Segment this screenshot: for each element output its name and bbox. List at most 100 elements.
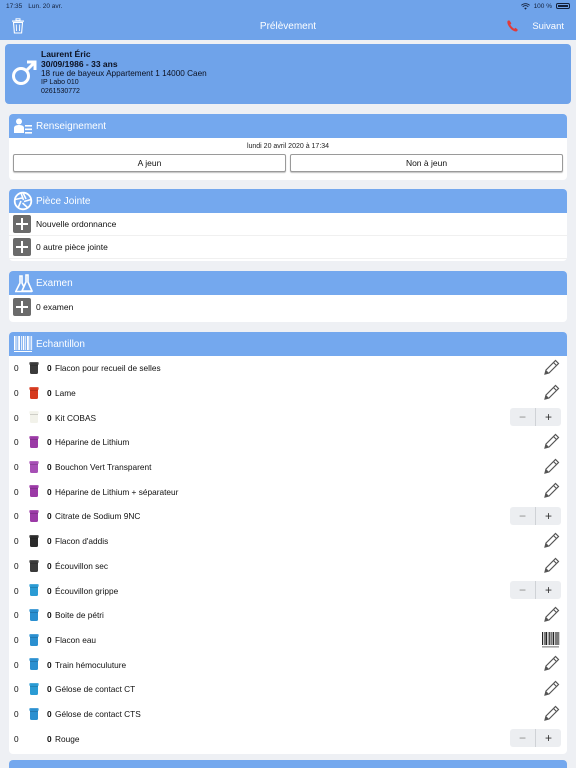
sample-row: 0 0 Lame — [9, 381, 567, 406]
patient-name: Laurent Éric — [41, 49, 91, 59]
edit-pencil-icon[interactable] — [541, 457, 561, 479]
tube-icon — [29, 386, 39, 399]
phone-hangup-icon[interactable] — [506, 19, 520, 33]
sample-row: 0 0 Flacon eau — [9, 628, 567, 653]
edit-pencil-icon[interactable] — [541, 679, 561, 701]
trash-icon[interactable] — [11, 18, 25, 34]
sample-row: 0 0 Gélose de contact CT — [9, 677, 567, 702]
quantity-stepper: − + — [510, 728, 561, 748]
sample-label: Flacon pour recueil de selles — [55, 363, 161, 374]
patient-address: 18 rue de bayeux Appartement 1 14000 Cae… — [41, 69, 207, 78]
sample-datetime[interactable]: lundi 20 avril 2020 à 17:34 — [9, 143, 567, 150]
edit-pencil-icon[interactable] — [541, 654, 561, 676]
sample-count: 0 — [47, 634, 52, 645]
sample-quantity: 0 — [14, 634, 19, 645]
add-icon[interactable] — [13, 238, 31, 256]
increment-button[interactable]: + — [536, 581, 561, 599]
sample-row: 0 0 Écouvillon grippe − + — [9, 578, 567, 603]
sample-row: 0 0 Flacon d'addis — [9, 529, 567, 554]
sample-label: Rouge — [55, 733, 80, 744]
sample-row: 0 0 Train hémoculuture — [9, 652, 567, 677]
sample-row: 0 0 Gélose de contact CTS — [9, 702, 567, 727]
increment-button[interactable]: + — [536, 408, 561, 426]
sample-label: Héparine de Lithium — [55, 437, 130, 448]
edit-pencil-icon[interactable] — [541, 383, 561, 405]
edit-pencil-icon[interactable] — [541, 481, 561, 503]
sample-row: 0 0 Héparine de Lithium — [9, 430, 567, 455]
sample-count: 0 — [47, 560, 52, 571]
exam-count-label: 0 examen — [36, 301, 74, 312]
edit-pencil-icon[interactable] — [541, 432, 561, 454]
sample-count: 0 — [47, 511, 52, 522]
nav-bar: Prélèvement Suivant — [0, 12, 576, 40]
wifi-icon — [520, 2, 530, 10]
sample-quantity: 0 — [14, 733, 19, 744]
exam-row[interactable]: 0 examen — [9, 295, 567, 318]
increment-button[interactable]: + — [536, 507, 561, 525]
sample-count: 0 — [47, 462, 52, 473]
sample-label: Bouchon Vert Transparent — [55, 462, 152, 473]
other-attachment-label: 0 autre pièce jointe — [36, 242, 108, 252]
page-title: Prélèvement — [259, 20, 317, 32]
patient-phone: 0261530772 — [41, 87, 80, 95]
tube-icon — [29, 559, 39, 572]
tube-icon — [29, 362, 39, 374]
quantity-stepper: − + — [510, 506, 561, 526]
lab-flask-icon — [15, 274, 33, 293]
sample-row: 0 0 Flacon pour recueil de selles — [9, 356, 567, 381]
battery-icon — [556, 3, 570, 9]
other-attachment-row[interactable]: 0 autre pièce jointe — [9, 236, 567, 259]
add-icon[interactable] — [13, 297, 31, 316]
sample-label: Gélose de contact CT — [55, 684, 136, 695]
non-a-jeun-button[interactable]: Non à jeun — [290, 154, 563, 172]
tube-icon — [29, 534, 39, 547]
sample-label: Kit COBAS — [55, 412, 97, 423]
decrement-button[interactable]: − — [510, 507, 536, 526]
sample-label: Train hémoculuture — [55, 659, 127, 670]
sample-count: 0 — [47, 585, 52, 596]
edit-pencil-icon[interactable] — [541, 556, 561, 578]
sample-label: Lame — [55, 388, 76, 399]
sample-count: 0 — [47, 363, 52, 374]
next-button[interactable]: Suivant — [532, 21, 564, 32]
piece-jointe-title: Pièce Jointe — [36, 195, 91, 207]
decrement-button[interactable]: − — [510, 408, 536, 427]
decrement-button[interactable]: − — [510, 729, 536, 748]
next-section-header — [9, 760, 567, 768]
renseignement-header: Renseignement — [9, 114, 567, 138]
aperture-icon — [13, 191, 33, 211]
edit-pencil-icon[interactable] — [541, 358, 561, 380]
section-piece-jointe: Pièce Jointe Nouvelle ordonnance 0 autre… — [9, 189, 567, 261]
add-icon[interactable] — [13, 215, 31, 233]
examen-header: Examen — [9, 271, 567, 295]
scan-barcode-icon[interactable] — [541, 630, 561, 652]
edit-pencil-icon[interactable] — [541, 704, 561, 726]
sample-count: 0 — [47, 412, 52, 423]
tube-icon — [29, 510, 39, 523]
new-prescription-row[interactable]: Nouvelle ordonnance — [9, 213, 567, 236]
increment-button[interactable]: + — [536, 729, 561, 747]
sample-quantity: 0 — [14, 437, 19, 448]
sample-list: 0 0 Flacon pour recueil de selles 0 0 Lame 0 0 K… — [9, 356, 567, 751]
edit-pencil-icon[interactable] — [541, 605, 561, 627]
sample-row: 0 0 Héparine de Lithium + séparateur — [9, 479, 567, 504]
tube-icon — [29, 584, 39, 597]
echantillon-title: Echantillon — [36, 338, 85, 350]
sample-quantity: 0 — [14, 536, 19, 547]
sample-count: 0 — [47, 486, 52, 497]
section-renseignement: Renseignement lundi 20 avril 2020 à 17:3… — [9, 114, 567, 180]
sample-label: Gélose de contact CTS — [55, 708, 141, 719]
sample-row: 0 0 Kit COBAS − + — [9, 405, 567, 430]
patient-card: Laurent Éric 30/09/1986 - 33 ans 18 rue … — [5, 44, 571, 104]
sample-count: 0 — [47, 659, 52, 670]
sample-count: 0 — [47, 733, 52, 744]
sample-label: Héparine de Lithium + séparateur — [55, 486, 179, 497]
sample-label: Citrate de Sodium 9NC — [55, 511, 141, 522]
tube-icon — [29, 411, 39, 424]
edit-pencil-icon[interactable] — [541, 531, 561, 553]
sample-row: 0 0 Rouge − + — [9, 726, 567, 751]
decrement-button[interactable]: − — [510, 581, 536, 600]
sample-quantity: 0 — [14, 560, 19, 571]
a-jeun-button[interactable]: A jeun — [13, 154, 286, 172]
status-date: Lun. 20 avr. — [28, 2, 63, 10]
